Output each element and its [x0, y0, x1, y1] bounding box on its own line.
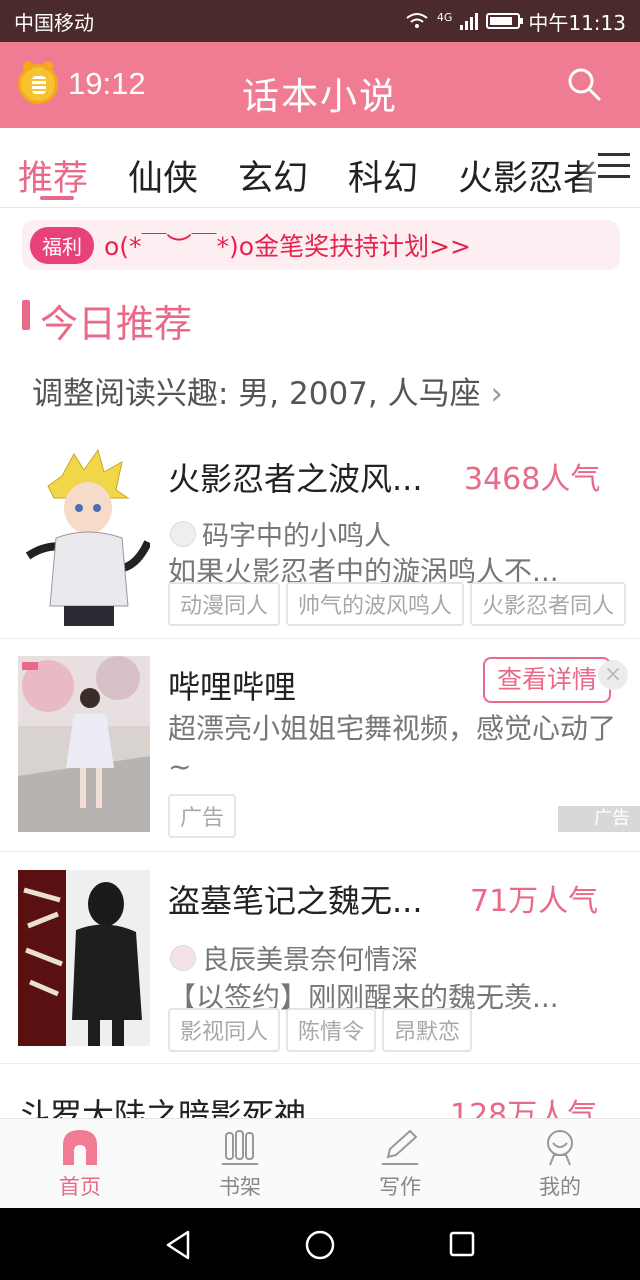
book-title: 斗罗大陆之暗影死神	[18, 1096, 307, 1118]
tag-list: 动漫同人 帅气的波风鸣人 火影忍者同人	[168, 582, 627, 626]
tag[interactable]: 帅气的波风鸣人	[286, 582, 465, 626]
nav-bookshelf[interactable]: 书架	[190, 1127, 290, 1201]
profile-icon	[547, 1130, 573, 1166]
tag[interactable]: 动漫同人	[168, 582, 281, 626]
book-cover	[18, 870, 150, 1046]
nav-profile[interactable]: 我的	[510, 1127, 610, 1201]
tag[interactable]: 火影忍者同人	[470, 582, 627, 626]
book-title: 火影忍者之波风...	[168, 460, 423, 498]
carrier-label: 中国移动	[14, 10, 94, 35]
author-avatar	[170, 520, 196, 547]
tab-recommend[interactable]: 推荐	[18, 150, 88, 201]
tag[interactable]: 影视同人	[168, 1008, 281, 1052]
system-navigation-bar	[0, 1208, 640, 1280]
tag[interactable]: 昂默恋	[382, 1008, 473, 1052]
pencil-icon	[382, 1129, 418, 1165]
author-name: 良辰美景奈何情深	[202, 945, 418, 976]
book-cover	[18, 446, 150, 626]
recents-icon[interactable]	[448, 1230, 476, 1258]
nav-write[interactable]: 写作	[350, 1127, 450, 1201]
active-tab-indicator	[40, 196, 74, 200]
author: 良辰美景奈何情深	[170, 938, 418, 977]
book-title: 盗墓笔记之魏无...	[168, 882, 423, 920]
popularity-count: 128万人气	[450, 1098, 598, 1118]
clock: 中午11:13	[528, 10, 626, 35]
status-bar: 中国移动 4G 中午11:13	[0, 0, 640, 42]
tab-naruto[interactable]: 火影忍者	[458, 150, 598, 201]
nav-home-label: 首页	[59, 1175, 101, 1199]
bookshelf-icon	[222, 1130, 258, 1165]
network-type: 4G	[436, 10, 453, 24]
ad-title: 哔哩哔哩	[168, 668, 297, 706]
tag[interactable]: 陈情令	[286, 1008, 377, 1052]
tag-list: 影视同人 陈情令 昂默恋	[168, 1008, 473, 1052]
nav-profile-label: 我的	[539, 1175, 581, 1199]
ad-tag: 广告	[168, 794, 237, 838]
interest-text: 调整阅读兴趣: 男, 2007, 人马座	[32, 376, 481, 412]
menu-icon[interactable]	[598, 153, 630, 181]
tab-scifi[interactable]: 科幻	[348, 150, 418, 201]
banner-text: o(*￣︶￣*)o金笔奖扶持计划>>	[104, 232, 471, 261]
section-title: 今日推荐	[40, 302, 193, 346]
chevron-right-icon: ›	[490, 376, 503, 412]
tab-xianxia[interactable]: 仙侠	[128, 150, 198, 201]
battery-icon	[486, 13, 524, 29]
author-avatar	[170, 944, 196, 971]
home-icon	[63, 1130, 97, 1165]
promo-banner[interactable]: 福利 o(*￣︶￣*)o金笔奖扶持计划>>	[22, 220, 620, 270]
welfare-badge: 福利	[30, 226, 94, 264]
book-item[interactable]: 斗罗大陆之暗影死神 128万人气	[0, 1064, 640, 1118]
home-button-icon[interactable]	[304, 1229, 336, 1261]
category-tabs: 推荐 仙侠 玄幻 科幻 火影忍者	[0, 128, 640, 208]
popularity-count: 71万人气	[470, 884, 599, 919]
app-title: 话本小说	[242, 75, 398, 118]
app-header: 19:12 话本小说	[0, 42, 640, 128]
ad-tag-list: 广告	[168, 794, 237, 838]
book-item[interactable]: 火影忍者之波风... 3468人气 码字中的小鸣人 如果火影忍者中的漩涡鸣人不.…	[0, 428, 640, 639]
close-ad-icon[interactable]: ×	[598, 660, 628, 690]
ad-description: 超漂亮小姐姐宅舞视频，感觉心动了~	[168, 712, 617, 783]
ad-image	[18, 656, 150, 832]
view-details-button[interactable]: 查看详情	[483, 657, 611, 703]
author: 码字中的小鸣人	[170, 514, 391, 553]
author-name: 码字中的小鸣人	[202, 521, 391, 552]
tab-xuanhuan[interactable]: 玄幻	[238, 150, 308, 201]
nav-bookshelf-label: 书架	[219, 1175, 261, 1199]
book-item[interactable]: 盗墓笔记之魏无... 71万人气 良辰美景奈何情深 【以签约】刚刚醒来的魏无羡.…	[0, 852, 640, 1064]
section-marker	[22, 300, 30, 330]
search-icon[interactable]	[566, 66, 602, 102]
nav-home[interactable]: 首页	[30, 1127, 130, 1201]
popularity-count: 3468人气	[464, 462, 601, 497]
bottom-navigation: 首页 书架 写作 我的	[0, 1118, 640, 1208]
back-icon[interactable]	[164, 1230, 192, 1260]
nav-write-label: 写作	[379, 1175, 421, 1199]
wifi-icon	[406, 13, 428, 28]
signal-icon	[460, 12, 479, 30]
ad-label: 广告	[558, 806, 640, 832]
adjust-interest-link[interactable]: 调整阅读兴趣: 男, 2007, 人马座 ›	[32, 368, 503, 413]
